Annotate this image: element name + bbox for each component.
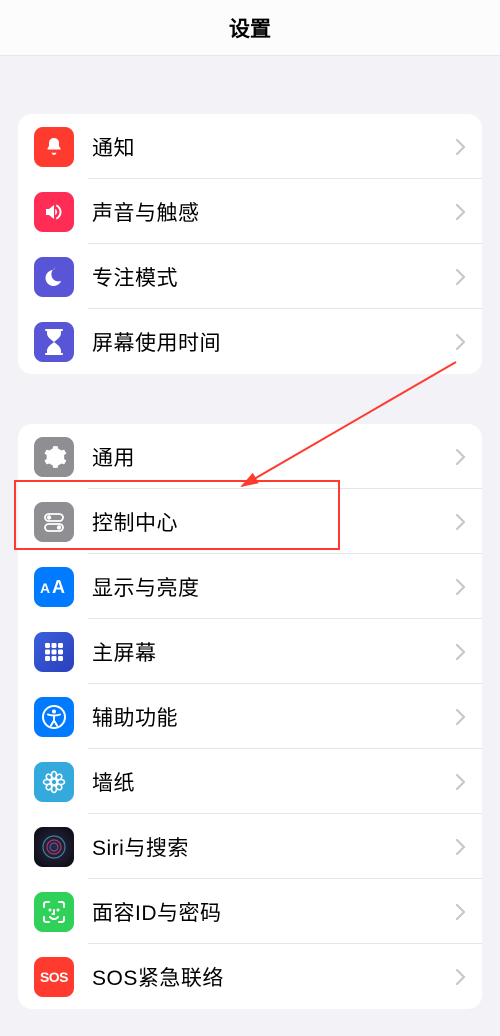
settings-content: 通知 声音与触感 专注模式 屏幕使用时间 (0, 114, 500, 1009)
header: 设置 (0, 0, 500, 56)
row-siri[interactable]: Siri与搜索 (18, 814, 482, 879)
bell-icon (34, 127, 74, 167)
row-controlcenter[interactable]: 控制中心 (18, 489, 482, 554)
settings-group-2: 通用 控制中心 AA 显示与亮度 主屏幕 (18, 424, 482, 1009)
row-label: 通用 (92, 442, 456, 472)
row-label: 面容ID与密码 (92, 897, 456, 927)
page-title: 设置 (229, 13, 271, 43)
row-label: 墙纸 (92, 767, 456, 797)
chevron-right-icon (456, 269, 466, 285)
row-label: 专注模式 (92, 262, 456, 292)
chevron-right-icon (456, 514, 466, 530)
chevron-right-icon (456, 644, 466, 660)
chevron-right-icon (456, 449, 466, 465)
sos-icon: SOS (34, 957, 74, 997)
row-screentime[interactable]: 屏幕使用时间 (18, 309, 482, 374)
row-label: 控制中心 (92, 507, 456, 537)
row-label: Siri与搜索 (92, 832, 456, 862)
row-label: SOS紧急联络 (92, 962, 456, 992)
faceid-icon (34, 892, 74, 932)
row-label: 显示与亮度 (92, 572, 456, 602)
siri-icon (34, 827, 74, 867)
gear-icon (34, 437, 74, 477)
settings-group-1: 通知 声音与触感 专注模式 屏幕使用时间 (18, 114, 482, 374)
row-sos[interactable]: SOS SOS紧急联络 (18, 944, 482, 1009)
row-focus[interactable]: 专注模式 (18, 244, 482, 309)
row-label: 屏幕使用时间 (92, 327, 456, 357)
row-homescreen[interactable]: 主屏幕 (18, 619, 482, 684)
chevron-right-icon (456, 334, 466, 350)
svg-text:A: A (40, 580, 50, 596)
chevron-right-icon (456, 774, 466, 790)
row-label: 通知 (92, 132, 456, 162)
row-label: 主屏幕 (92, 637, 456, 667)
row-label: 声音与触感 (92, 197, 456, 227)
row-general[interactable]: 通用 (18, 424, 482, 489)
row-accessibility[interactable]: 辅助功能 (18, 684, 482, 749)
speaker-icon (34, 192, 74, 232)
toggles-icon (34, 502, 74, 542)
row-label: 辅助功能 (92, 702, 456, 732)
chevron-right-icon (456, 139, 466, 155)
svg-text:A: A (52, 577, 65, 597)
chevron-right-icon (456, 904, 466, 920)
row-faceid[interactable]: 面容ID与密码 (18, 879, 482, 944)
moon-icon (34, 257, 74, 297)
chevron-right-icon (456, 839, 466, 855)
app-grid-icon (34, 632, 74, 672)
row-display[interactable]: AA 显示与亮度 (18, 554, 482, 619)
row-wallpaper[interactable]: 墙纸 (18, 749, 482, 814)
accessibility-icon (34, 697, 74, 737)
chevron-right-icon (456, 579, 466, 595)
textsize-icon: AA (34, 567, 74, 607)
row-sounds[interactable]: 声音与触感 (18, 179, 482, 244)
chevron-right-icon (456, 709, 466, 725)
chevron-right-icon (456, 204, 466, 220)
row-notifications[interactable]: 通知 (18, 114, 482, 179)
chevron-right-icon (456, 969, 466, 985)
hourglass-icon (34, 322, 74, 362)
flower-icon (34, 762, 74, 802)
